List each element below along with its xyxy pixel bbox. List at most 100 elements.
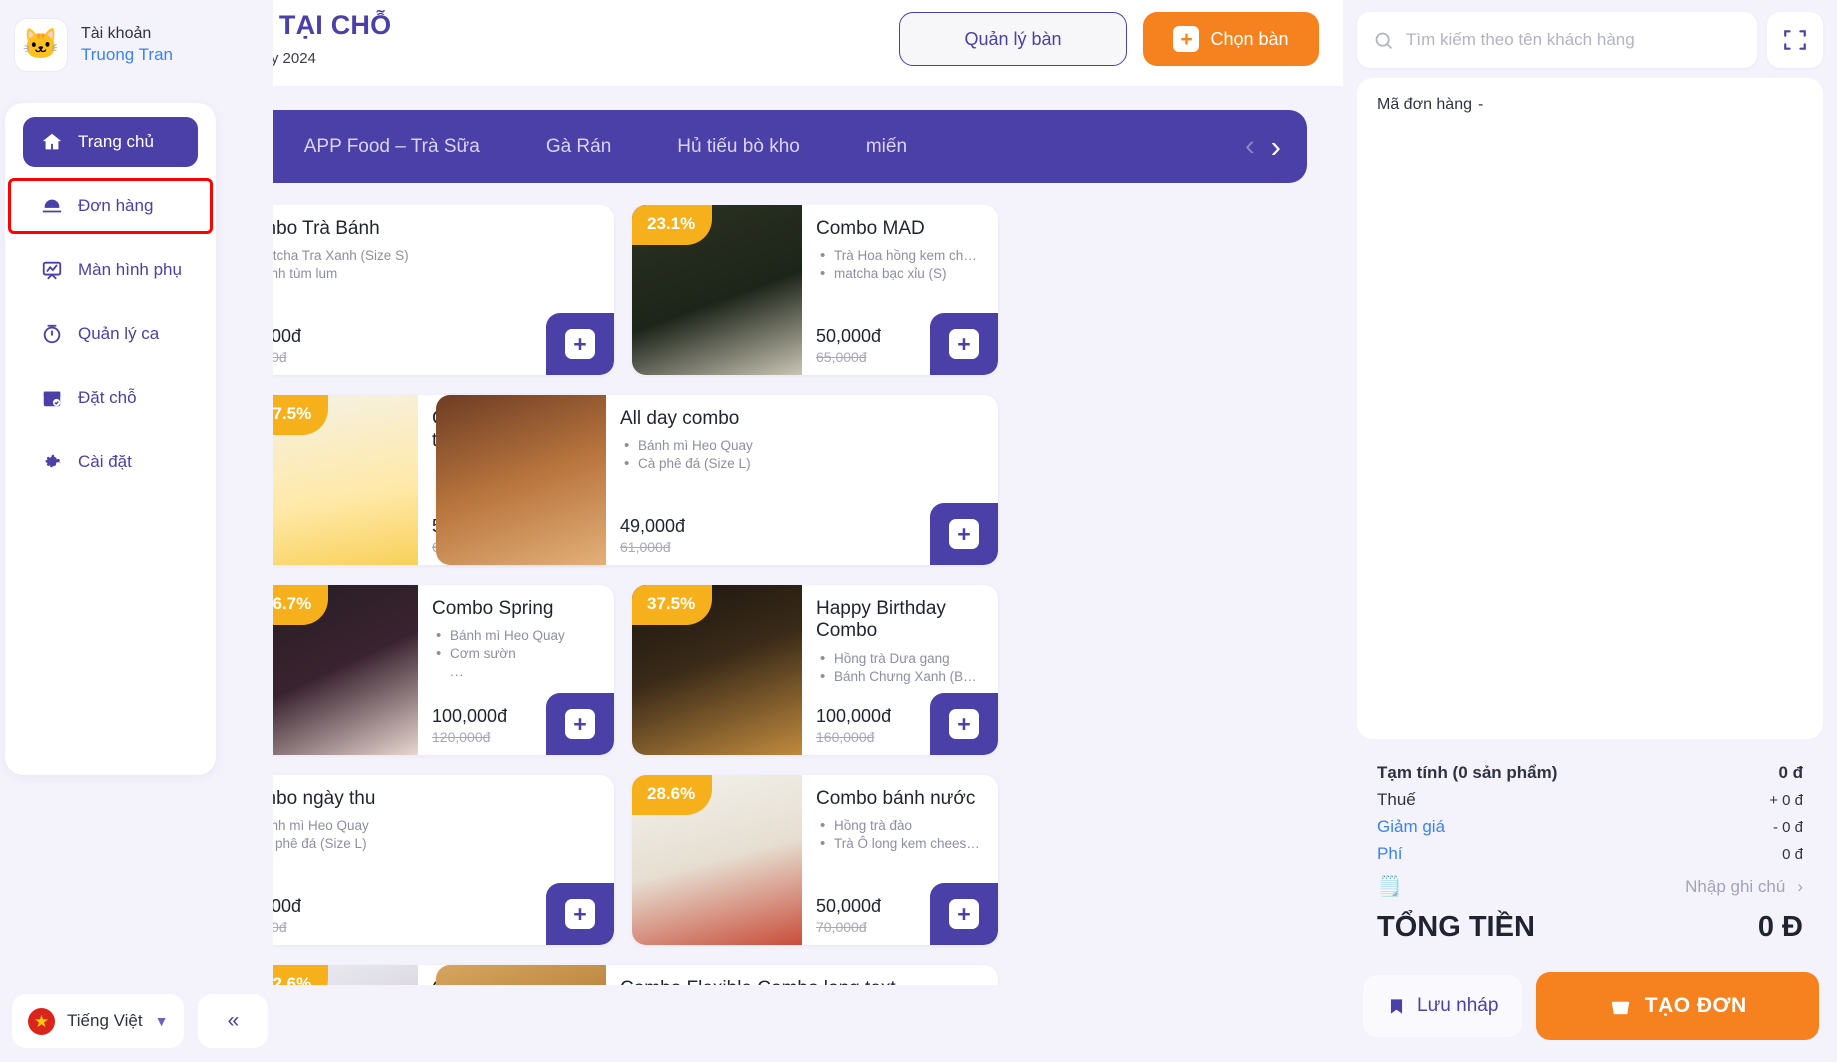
search-input[interactable] (1406, 30, 1741, 50)
basket-icon (1611, 997, 1629, 1014)
plus-icon: + (949, 709, 979, 739)
sidebar-item-0[interactable]: Trang chủ (23, 117, 198, 167)
account-section[interactable]: 🐱 Tài khoản Truong Tran (0, 0, 273, 86)
plus-icon: + (949, 519, 979, 549)
ingredient-item: Bánh tùm lum (248, 265, 600, 283)
vietnam-flag-icon: ★ (28, 1007, 55, 1035)
sidebar-item-label: Đơn hàng (78, 196, 154, 215)
choose-table-button[interactable]: + Chọn bàn (1143, 12, 1319, 66)
sidebar-item-2[interactable]: Màn hình phụ (23, 245, 198, 295)
summary-row[interactable]: Giảm giá - 0 đ (1377, 817, 1803, 837)
price-block: 50,000đ 70,000đ (816, 896, 881, 935)
order-items-card: Mã đơn hàng - (1357, 78, 1823, 739)
order-code-row: Mã đơn hàng - (1377, 96, 1803, 114)
save-draft-button[interactable]: Lưu nháp (1363, 975, 1523, 1037)
more-ingredients-indicator: ... (450, 664, 465, 680)
ingredient-item: Matcha Tra Xanh (Size S) (248, 247, 600, 265)
product-old-price: 65,000đ (816, 349, 867, 365)
tab-4[interactable]: Hủ tiếu bò kho (649, 119, 828, 175)
add-to-cart-button[interactable]: + (930, 313, 998, 375)
product-card[interactable]: 37.5% Happy Birthday Combo Hồng trà Dưa ga… (632, 585, 998, 755)
chevron-down-icon: ▼ (154, 1013, 169, 1029)
product-card[interactable]: Combo ngày thu Bánh mì Heo QuayCà phê đá … (248, 775, 614, 945)
order-code-value: - (1478, 96, 1484, 113)
sidebar-item-3[interactable]: Quản lý ca (23, 309, 198, 359)
product-name: All day combo (620, 408, 740, 429)
ingredient-list: Bánh mì Heo QuayCà phê đá (Size L) (248, 817, 600, 853)
note-icon: 🗒️ (1377, 876, 1402, 898)
product-price: 100,000đ (816, 706, 892, 726)
summary-value: 0 đ (1778, 763, 1803, 782)
product-card[interactable]: Combo Flexible Combo long text…Trà nhân … (436, 965, 998, 985)
gear-icon (39, 449, 65, 475)
product-card[interactable]: 16.7% Combo Spring Bánh mì Heo QuayCơm sườ… (248, 585, 614, 755)
chevron-right-icon[interactable]: › (1271, 131, 1281, 162)
ingredient-item: Cà phê đá (Size L) (248, 835, 600, 853)
tab-3[interactable]: Gà Rán (518, 119, 639, 175)
product-card[interactable]: All day combo Bánh mì Heo QuayCà phê đá (… (436, 395, 998, 565)
product-body: Combo Trà Bánh Matcha Tra Xanh (Size S)Bá… (248, 205, 614, 375)
screen-icon (39, 257, 65, 283)
tab-nav-arrows: ‹ › (1245, 131, 1307, 162)
search-box[interactable] (1357, 12, 1757, 68)
manage-tables-button[interactable]: Quản lý bàn (899, 12, 1127, 66)
language-selector[interactable]: ★ Tiếng Việt ▼ (12, 994, 185, 1048)
sidebar-item-5[interactable]: Cài đặt (23, 437, 198, 487)
tab-5[interactable]: miến (838, 119, 935, 175)
collapse-sidebar-button[interactable]: « (198, 994, 269, 1048)
summary-row[interactable]: Phí 0 đ (1377, 844, 1803, 864)
add-to-cart-button[interactable]: + (546, 883, 614, 945)
cat-avatar-icon: 🐱 (22, 28, 60, 61)
summary-value: 0 đ (1782, 845, 1803, 863)
order-code-label: Mã đơn hàng (1377, 96, 1472, 113)
sidebar-item-label: Quản lý ca (78, 324, 160, 343)
price-block: 50,000đ 65,000đ (816, 326, 881, 365)
chevron-left-icon[interactable]: ‹ (1245, 132, 1255, 161)
create-order-button[interactable]: TẠO ĐƠN (1536, 972, 1819, 1040)
product-card[interactable]: Combo Trà Bánh Matcha Tra Xanh (Size S)Bá… (248, 205, 614, 375)
discount-badge: 23.1% (632, 205, 713, 245)
product-price: 50,000đ (816, 896, 882, 916)
product-card[interactable]: 28.6% Combo bánh nước Hồng trà đàoTrà Ô lo… (632, 775, 998, 945)
scan-qr-button[interactable] (1767, 12, 1823, 68)
order-actions: Lưu nháp TẠO ĐƠN (1343, 954, 1837, 1062)
add-to-cart-button[interactable]: + (930, 883, 998, 945)
product-name: Combo Trà Bánh (248, 218, 380, 239)
note-row[interactable]: 🗒️ Nhập ghi chú › (1377, 874, 1803, 899)
product-price: 49,000đ (620, 516, 686, 536)
account-label: Tài khoản (81, 25, 152, 43)
product-card[interactable]: 23.1% Combo MAD Trà Hoa hồng kem che…match… (632, 205, 998, 375)
product-image: 27.5% (248, 395, 418, 565)
summary-label: Giảm giá (1377, 817, 1446, 836)
tray-icon (39, 193, 65, 219)
sidebar-item-1[interactable]: Đơn hàng (8, 178, 213, 234)
add-to-cart-button[interactable]: + (546, 313, 614, 375)
price-block: 49,000đ 61,000đ (620, 516, 685, 555)
product-grid: Combo Trà BánhMatcha Tra Xanh (Size S)Bá… (248, 205, 1343, 985)
price-block: 100,000đ 120,000đ (432, 706, 507, 745)
product-body: Combo MAD Trà Hoa hồng kem che…matcha bạc… (802, 205, 998, 375)
ingredient-list: Bánh mì Heo QuayCơm sườn... (436, 627, 600, 680)
product-image (436, 965, 606, 985)
summary-row: Tạm tính (0 sản phẩm) 0 đ (1377, 763, 1803, 783)
add-to-cart-button[interactable]: + (930, 693, 998, 755)
sidebar-item-4[interactable]: Đặt chỗ (23, 373, 198, 423)
product-image (436, 395, 606, 565)
plus-icon: + (949, 899, 979, 929)
avatar: 🐱 (14, 18, 68, 72)
sidebar-item-label: Trang chủ (78, 132, 154, 151)
add-to-cart-button[interactable]: + (546, 693, 614, 755)
product-photo (436, 965, 606, 985)
product-old-price: 120,000đ (432, 729, 491, 745)
ingredient-item: Hồng trà Dưa gang (820, 650, 984, 668)
product-price: 100,000đ (432, 706, 508, 726)
tab-2[interactable]: APP Food – Trà Sữa (276, 119, 508, 175)
ingredient-item: Trà Ô long kem chees… (820, 835, 984, 853)
add-to-cart-button[interactable]: + (930, 503, 998, 565)
plus-icon: + (1173, 26, 1200, 52)
product-image: 32.6% (248, 965, 418, 985)
ingredient-list: Hồng trà Dưa gangBánh Chưng Xanh (Bán… (820, 650, 984, 686)
product-name: Combo Flexible Combo long text… (620, 978, 984, 985)
product-price: 50,000đ (816, 326, 882, 346)
